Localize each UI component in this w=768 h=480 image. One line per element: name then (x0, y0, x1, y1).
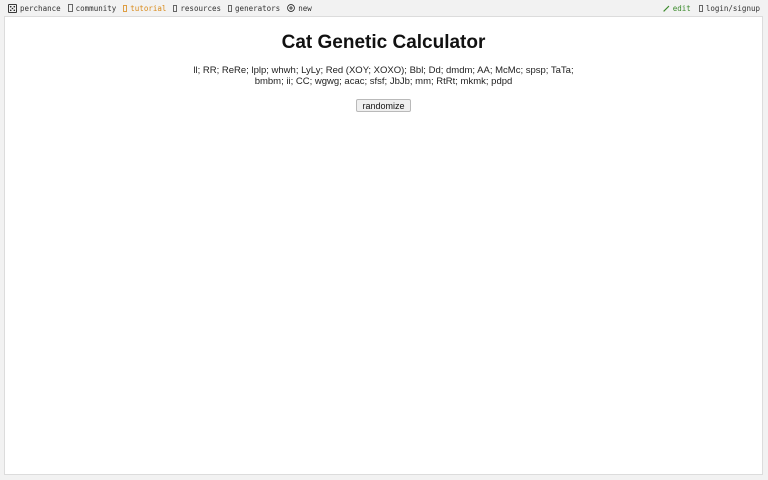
edit-button[interactable]: edit (663, 4, 691, 13)
login-signup-button[interactable]: login/signup (698, 3, 760, 13)
edit-label: edit (672, 3, 691, 13)
nav-label-generators: generators (235, 3, 281, 13)
nav-item-new[interactable]: new (287, 4, 312, 13)
folder-icon (173, 4, 178, 12)
nav-label-perchance: perchance (20, 3, 61, 13)
pencil-icon (663, 5, 670, 12)
nav-right: edit login/signup (655, 4, 760, 13)
plus-circle-icon (287, 4, 296, 12)
nav-left: perchance community tutorial resources g… (8, 3, 319, 13)
nav-item-perchance[interactable]: perchance (8, 3, 61, 13)
genotype-line-1: ll; RR; ReRe; lplp; whwh; LyLy; Red (XOY… (193, 65, 574, 76)
nav-item-generators[interactable]: generators (228, 4, 280, 13)
genotype-line-2: bmbm; ii; CC; wgwg; acac; sfsf; JbJb; mm… (254, 76, 513, 87)
login-signup-label: login/signup (705, 3, 760, 13)
nav-label-tutorial: tutorial (130, 3, 167, 13)
nav-label-community: community (75, 3, 117, 13)
nav-item-community[interactable]: community (67, 3, 117, 13)
grid-icon (228, 4, 232, 12)
page-title: Cat Genetic Calculator (281, 32, 486, 53)
dice-icon (8, 3, 17, 13)
button-row: randomize (5, 96, 762, 114)
nav-label-new: new (298, 3, 312, 13)
top-navigation-bar: perchance community tutorial resources g… (0, 0, 768, 16)
book-icon (123, 4, 128, 12)
randomize-button[interactable]: randomize (356, 99, 411, 112)
generator-output-frame: Cat Genetic Calculator ll; RR; ReRe; lpl… (4, 16, 763, 475)
nav-item-tutorial[interactable]: tutorial (123, 4, 166, 13)
genotype-text: ll; RR; ReRe; lplp; whwh; LyLy; Red (XOY… (165, 65, 602, 87)
user-icon (698, 4, 703, 12)
nav-item-resources[interactable]: resources (173, 4, 221, 13)
people-icon (67, 4, 73, 12)
nav-label-resources: resources (180, 3, 222, 13)
